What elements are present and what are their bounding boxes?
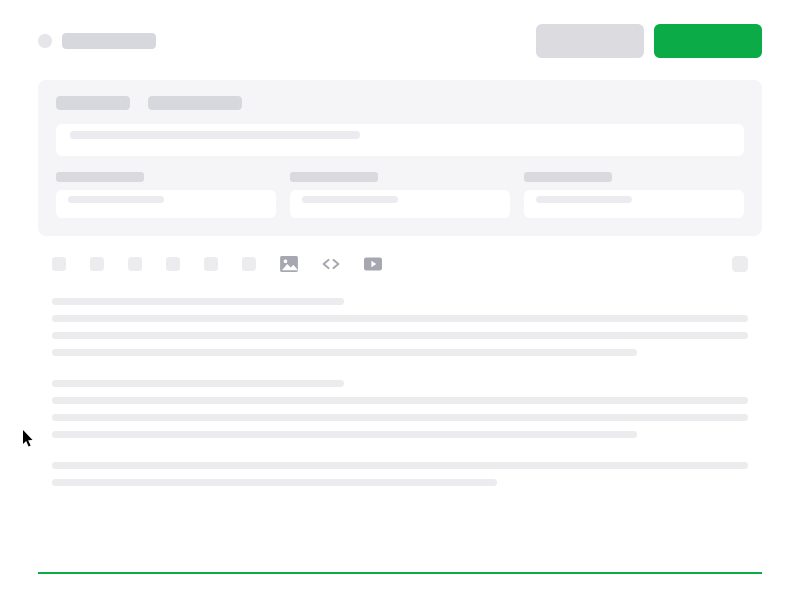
text-line (52, 380, 344, 387)
tool-4[interactable] (166, 257, 180, 271)
full-width-input[interactable] (56, 124, 744, 156)
col-1-input[interactable] (56, 190, 276, 218)
tool-3[interactable] (128, 257, 142, 271)
code-icon[interactable] (322, 256, 340, 272)
tool-6[interactable] (242, 257, 256, 271)
tool-2[interactable] (90, 257, 104, 271)
col-3-value (536, 196, 632, 203)
col-2-label (290, 172, 378, 182)
tool-right-1[interactable] (732, 256, 748, 272)
text-line (52, 349, 637, 356)
primary-button[interactable] (654, 24, 762, 58)
col-1-label (56, 172, 144, 182)
text-line (52, 462, 748, 469)
header-actions (536, 24, 762, 58)
cursor-icon (23, 430, 35, 448)
progress-bar (38, 572, 762, 574)
col-3-input[interactable] (524, 190, 744, 218)
col-2-input[interactable] (290, 190, 510, 218)
app-root (0, 0, 800, 600)
editor-toolbar (38, 256, 762, 272)
meta-panel (38, 80, 762, 236)
avatar (38, 34, 52, 48)
text-line (52, 397, 748, 404)
header (0, 0, 800, 58)
text-line (52, 431, 637, 438)
text-line (52, 315, 748, 322)
toolbar-left (52, 256, 382, 272)
page-title (62, 33, 156, 49)
col-2-value (302, 196, 398, 203)
image-icon[interactable] (280, 256, 298, 272)
panel-heading-a (56, 96, 130, 110)
col-2 (290, 172, 510, 218)
toolbar-right (732, 256, 748, 272)
video-icon[interactable] (364, 256, 382, 272)
three-column-inputs (56, 172, 744, 218)
panel-heading (56, 96, 744, 110)
text-line (52, 298, 344, 305)
col-1-value (68, 196, 164, 203)
paragraph-2 (52, 380, 748, 438)
paragraph-1 (52, 298, 748, 356)
secondary-button[interactable] (536, 24, 644, 58)
tool-5[interactable] (204, 257, 218, 271)
full-input-value (70, 131, 360, 139)
text-line (52, 332, 748, 339)
tool-1[interactable] (52, 257, 66, 271)
text-line (52, 479, 497, 486)
col-3 (524, 172, 744, 218)
col-1 (56, 172, 276, 218)
header-left (38, 33, 156, 49)
editor-content[interactable] (38, 298, 762, 486)
text-line (52, 414, 748, 421)
col-3-label (524, 172, 612, 182)
paragraph-3 (52, 462, 748, 486)
panel-heading-b (148, 96, 242, 110)
